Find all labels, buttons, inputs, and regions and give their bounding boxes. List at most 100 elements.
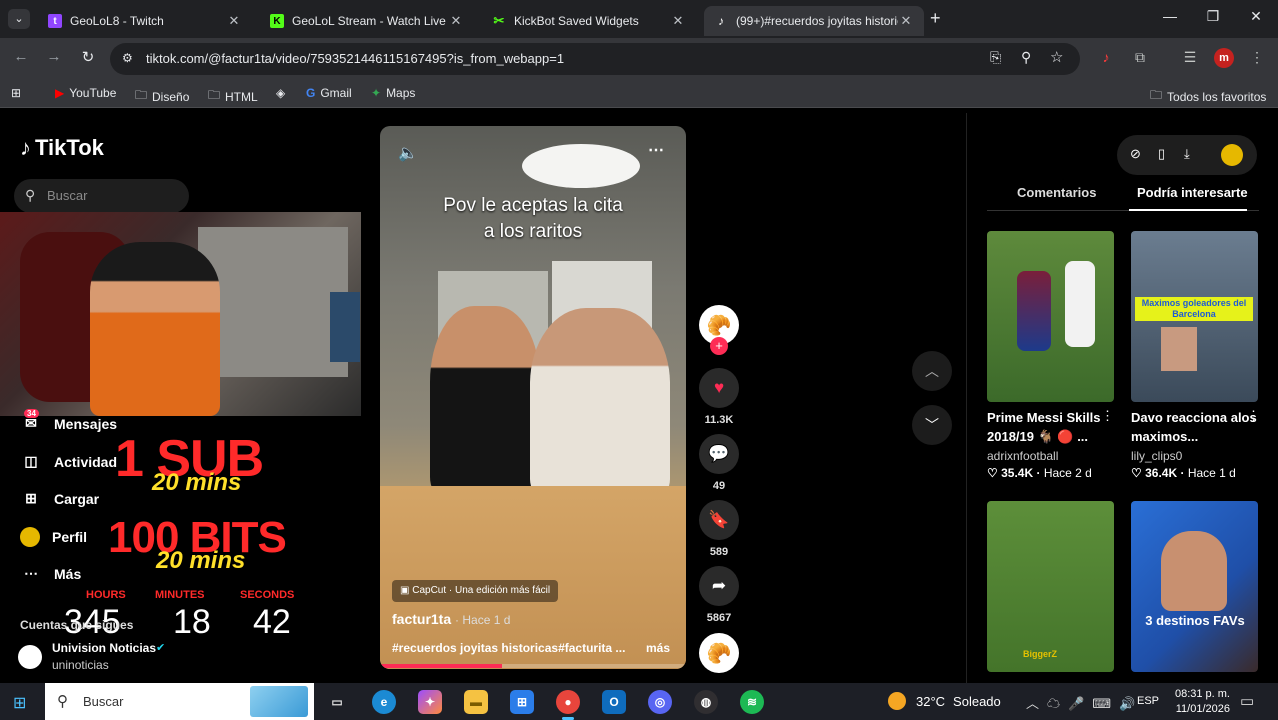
clock[interactable]: 08:31 p. m. 11/01/2026: [1166, 687, 1230, 717]
card-more-icon[interactable]: ⋮: [1101, 408, 1114, 424]
language-indicator[interactable]: ESP: [1137, 695, 1159, 707]
tab-search-button[interactable]: ⌄: [8, 9, 30, 29]
apps-icon[interactable]: ⊞: [11, 86, 21, 100]
browser-menu-icon[interactable]: ⋮: [1247, 49, 1267, 66]
browser-tab[interactable]: ✂ KickBot Saved Widgets ✕: [482, 6, 696, 36]
spotify-icon[interactable]: ≋: [740, 690, 764, 714]
video-player[interactable]: 🔈 ⋯ Pov le aceptas la cita a los raritos…: [380, 126, 686, 669]
tab-comments[interactable]: Comentarios: [1017, 185, 1096, 200]
suggested-author[interactable]: lily_clips0: [1131, 449, 1182, 463]
bookmark-gmail[interactable]: G Gmail: [306, 86, 352, 100]
site-info-icon[interactable]: ⚙: [122, 51, 133, 65]
chevron-up-icon[interactable]: ︿: [1026, 696, 1047, 711]
chevron-down-icon[interactable]: ﹀: [912, 405, 952, 445]
outlook-icon[interactable]: O: [602, 690, 626, 714]
bookmark-diseno[interactable]: 🗀 Diseño: [135, 86, 189, 107]
restore-icon[interactable]: ❐: [1198, 8, 1228, 25]
edge-icon[interactable]: e: [372, 690, 396, 714]
bookmark-star-icon[interactable]: ☆: [1050, 48, 1063, 66]
obs-icon[interactable]: ◍: [694, 690, 718, 714]
extensions-icon[interactable]: ⧉: [1130, 49, 1150, 66]
video-more-link[interactable]: más: [646, 641, 670, 655]
all-bookmarks[interactable]: 🗀 Todos los favoritos: [1150, 86, 1266, 107]
author-avatar-column[interactable]: 🥐 +: [699, 305, 739, 355]
video-progress-track[interactable]: [380, 664, 686, 668]
close-tab-icon[interactable]: ✕: [226, 13, 242, 29]
suggested-thumbnail[interactable]: [987, 231, 1114, 402]
following-item[interactable]: Univision Noticias ✔ uninoticias: [18, 641, 318, 675]
network-icon[interactable]: ⌨: [1092, 696, 1119, 711]
video-author[interactable]: factur1ta: [392, 611, 451, 627]
profile-avatar[interactable]: m: [1214, 48, 1234, 68]
chevron-up-icon[interactable]: ︿: [912, 351, 952, 391]
music-disc[interactable]: 🥐: [699, 633, 739, 673]
close-tab-icon[interactable]: ✕: [448, 13, 464, 29]
address-bar[interactable]: ⚙ tiktok.com/@factur1ta/video/7593521446…: [110, 43, 1080, 75]
sidebar-item-profile[interactable]: Perfil: [20, 527, 87, 547]
follow-plus-icon[interactable]: +: [710, 337, 728, 355]
reload-icon[interactable]: ↻: [77, 48, 99, 66]
suggested-thumbnail[interactable]: Maximos goleadores del Barcelona: [1131, 231, 1258, 402]
heart-icon[interactable]: ♥: [699, 368, 739, 408]
tiktok-logo[interactable]: ♪ TikTok: [20, 135, 104, 161]
windows-start-icon[interactable]: ⊞: [13, 693, 26, 713]
microphone-icon[interactable]: 🎤: [1068, 696, 1092, 711]
browser-tab[interactable]: K GeoLoL Stream - Watch Live on ✕: [260, 6, 474, 36]
store-icon[interactable]: ⊞: [510, 690, 534, 714]
share-action[interactable]: ➦ 5867: [699, 566, 739, 624]
cloud-icon[interactable]: ☁: [1047, 696, 1068, 711]
back-icon[interactable]: ←: [10, 48, 32, 65]
compass-icon[interactable]: ⊘: [1130, 146, 1141, 162]
bookmark-maps[interactable]: ✦ Maps: [371, 86, 415, 100]
card-more-icon[interactable]: ⋮: [1247, 408, 1260, 424]
file-explorer-icon[interactable]: ▬: [464, 690, 488, 714]
weather-widget[interactable]: 32°C Soleado: [888, 692, 1001, 710]
bookmark-youtube[interactable]: ▶ YouTube: [55, 86, 116, 100]
video-more-icon[interactable]: ⋯: [648, 140, 664, 160]
browser-tab-active[interactable]: ♪ (99+)#recuerdos joyitas historic ✕: [704, 6, 924, 36]
download-icon[interactable]: ⤓: [1184, 146, 1190, 162]
chrome-icon[interactable]: ●: [556, 690, 580, 714]
phone-icon[interactable]: ▯: [1158, 146, 1165, 162]
avatar[interactable]: [1221, 144, 1243, 166]
copilot-icon[interactable]: ✦: [418, 690, 442, 714]
forward-icon[interactable]: →: [43, 48, 65, 65]
media-control-icon[interactable]: ☰: [1180, 49, 1200, 66]
discord-icon[interactable]: ◎: [648, 690, 672, 714]
extension-tiktok-icon[interactable]: ♪: [1096, 49, 1116, 65]
close-tab-icon[interactable]: ✕: [898, 13, 914, 29]
suggested-thumbnail[interactable]: BiggerZ: [987, 501, 1114, 672]
zoom-icon[interactable]: ⚲: [1021, 49, 1031, 66]
suggested-title[interactable]: Prime Messi Skills 2018/19 🐐 🔴 ...: [987, 408, 1115, 446]
new-tab-icon[interactable]: +: [930, 8, 941, 29]
browser-tab[interactable]: t GeoLoL8 - Twitch ✕: [38, 6, 252, 36]
minimize-icon[interactable]: —: [1155, 8, 1185, 24]
search-input[interactable]: ⚲ Buscar: [14, 179, 189, 213]
bookmark-icon[interactable]: 🔖: [699, 500, 739, 540]
comment-action[interactable]: 💬 49: [699, 434, 739, 492]
tray-icons[interactable]: ︿☁🎤⌨🔊: [1026, 693, 1143, 712]
suggested-title[interactable]: Davo reacciona alos maximos...: [1131, 408, 1259, 446]
task-view-icon[interactable]: ▭: [325, 690, 349, 714]
sidebar-item-upload[interactable]: ⊞ Cargar: [20, 490, 99, 507]
capcut-tag[interactable]: ▣ CapCut · Una edición más fácil: [392, 580, 559, 602]
tab-suggested[interactable]: Podría interesarte: [1137, 185, 1248, 200]
sidebar-item-messages[interactable]: ✉ Mensajes 34: [20, 409, 117, 432]
suggested-thumbnail[interactable]: 3 destinos FAVs: [1131, 501, 1258, 672]
notifications-icon[interactable]: ▭: [1240, 692, 1254, 710]
suggested-author[interactable]: adrixnfootball: [987, 449, 1058, 463]
install-app-icon[interactable]: ⎘: [990, 49, 1001, 66]
bookmark-html[interactable]: 🗀 HTML: [208, 86, 258, 107]
save-action[interactable]: 🔖 589: [699, 500, 739, 558]
taskbar-search[interactable]: ⚲ Buscar: [45, 683, 314, 720]
like-action[interactable]: ♥ 11.3K: [699, 368, 739, 426]
bookmark-unnamed[interactable]: ◈: [276, 86, 290, 100]
sidebar-item-more[interactable]: ⋯ Más: [20, 565, 81, 582]
share-icon[interactable]: ➦: [699, 566, 739, 606]
music-disc-icon[interactable]: 🥐: [699, 633, 739, 673]
volume-icon[interactable]: 🔈: [398, 143, 418, 163]
close-window-icon[interactable]: ✕: [1241, 8, 1271, 25]
sidebar-item-activity[interactable]: ◫ Actividad: [20, 453, 117, 470]
comment-icon[interactable]: 💬: [699, 434, 739, 474]
close-tab-icon[interactable]: ✕: [670, 13, 686, 29]
